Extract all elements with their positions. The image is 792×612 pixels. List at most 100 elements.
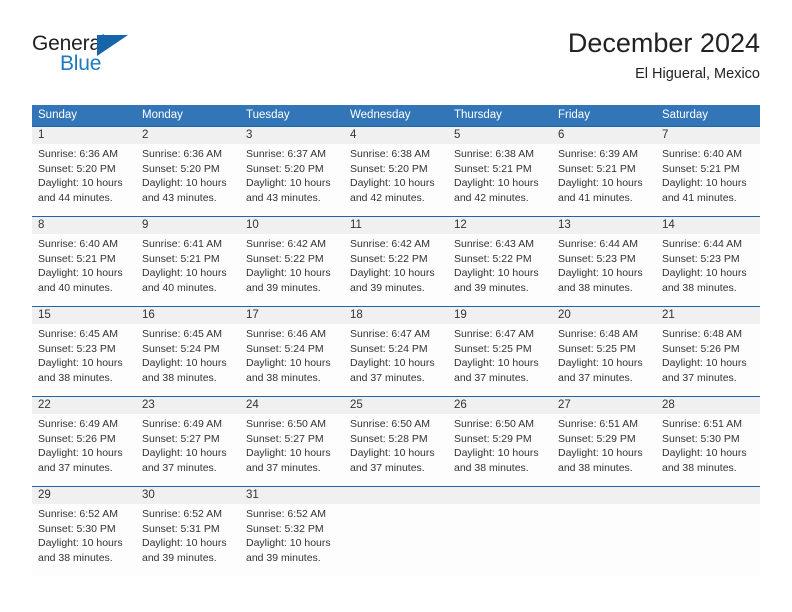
sunrise-text: Sunrise: 6:40 AM [662, 148, 742, 160]
sunset-text: Sunset: 5:24 PM [246, 342, 324, 355]
day-number[interactable]: 30 [136, 487, 240, 504]
day-cell[interactable]: Sunrise: 6:51 AM Sunset: 5:30 PM Dayligh… [656, 414, 760, 486]
day-number[interactable]: 18 [344, 307, 448, 324]
day-number[interactable]: 5 [448, 127, 552, 144]
daylight-text-line1: Daylight: 10 hours [454, 447, 539, 459]
sunset-text: Sunset: 5:20 PM [38, 162, 116, 175]
day-cell[interactable]: Sunrise: 6:39 AM Sunset: 5:21 PM Dayligh… [552, 144, 656, 216]
daylight-text-line2: and 39 minutes. [142, 551, 217, 564]
daylight-text-line2: and 43 minutes. [246, 191, 321, 204]
page-header: General Blue December 2024 El Higueral, … [32, 26, 760, 96]
day-cell[interactable]: Sunrise: 6:36 AM Sunset: 5:20 PM Dayligh… [32, 144, 136, 216]
sunrise-text: Sunrise: 6:52 AM [142, 508, 222, 520]
day-number[interactable]: 21 [656, 307, 760, 324]
day-number[interactable]: 13 [552, 217, 656, 234]
sunset-text: Sunset: 5:25 PM [558, 342, 636, 355]
day-cell[interactable]: Sunrise: 6:52 AM Sunset: 5:32 PM Dayligh… [240, 504, 344, 576]
daylight-text-line2: and 39 minutes. [246, 551, 321, 564]
sunset-text: Sunset: 5:20 PM [350, 162, 428, 175]
daylight-text-line2: and 41 minutes. [558, 191, 633, 204]
day-number[interactable]: 31 [240, 487, 344, 504]
brand-logo[interactable]: General Blue [32, 32, 212, 90]
day-number[interactable]: 26 [448, 397, 552, 414]
sunrise-text: Sunrise: 6:49 AM [142, 418, 222, 430]
day-number[interactable]: 27 [552, 397, 656, 414]
day-cell[interactable]: Sunrise: 6:50 AM Sunset: 5:29 PM Dayligh… [448, 414, 552, 486]
weekday-header-friday: Friday [558, 109, 590, 121]
sunset-text: Sunset: 5:23 PM [662, 252, 740, 265]
daylight-text-line1: Daylight: 10 hours [454, 177, 539, 189]
day-cell[interactable]: Sunrise: 6:41 AM Sunset: 5:21 PM Dayligh… [136, 234, 240, 306]
daylight-text-line1: Daylight: 10 hours [350, 447, 435, 459]
daylight-text-line2: and 42 minutes. [454, 191, 529, 204]
day-number-row: 15 16 17 18 19 20 21 [32, 307, 760, 324]
day-number[interactable]: 19 [448, 307, 552, 324]
day-number[interactable]: 17 [240, 307, 344, 324]
daylight-text-line2: and 40 minutes. [142, 281, 217, 294]
sunrise-text: Sunrise: 6:52 AM [38, 508, 118, 520]
day-number[interactable]: 14 [656, 217, 760, 234]
sunrise-text: Sunrise: 6:41 AM [142, 238, 222, 250]
sunset-text: Sunset: 5:24 PM [142, 342, 220, 355]
day-cell[interactable]: Sunrise: 6:36 AM Sunset: 5:20 PM Dayligh… [136, 144, 240, 216]
day-number[interactable]: 3 [240, 127, 344, 144]
day-number[interactable]: 20 [552, 307, 656, 324]
day-number[interactable]: 9 [136, 217, 240, 234]
day-number[interactable]: 15 [32, 307, 136, 324]
day-cell[interactable]: Sunrise: 6:44 AM Sunset: 5:23 PM Dayligh… [552, 234, 656, 306]
day-number[interactable]: 2 [136, 127, 240, 144]
day-number[interactable]: 24 [240, 397, 344, 414]
day-number[interactable]: 28 [656, 397, 760, 414]
sunrise-text: Sunrise: 6:37 AM [246, 148, 326, 160]
day-cell[interactable]: Sunrise: 6:47 AM Sunset: 5:25 PM Dayligh… [448, 324, 552, 396]
day-cell[interactable]: Sunrise: 6:47 AM Sunset: 5:24 PM Dayligh… [344, 324, 448, 396]
sunset-text: Sunset: 5:29 PM [558, 432, 636, 445]
sunrise-text: Sunrise: 6:51 AM [662, 418, 742, 430]
sunset-text: Sunset: 5:27 PM [142, 432, 220, 445]
day-cell[interactable]: Sunrise: 6:45 AM Sunset: 5:23 PM Dayligh… [32, 324, 136, 396]
day-number[interactable]: 1 [32, 127, 136, 144]
day-cell[interactable]: Sunrise: 6:45 AM Sunset: 5:24 PM Dayligh… [136, 324, 240, 396]
day-cell[interactable]: Sunrise: 6:50 AM Sunset: 5:28 PM Dayligh… [344, 414, 448, 486]
day-number[interactable]: 25 [344, 397, 448, 414]
day-number[interactable]: 7 [656, 127, 760, 144]
day-cell[interactable]: Sunrise: 6:46 AM Sunset: 5:24 PM Dayligh… [240, 324, 344, 396]
daylight-text-line1: Daylight: 10 hours [38, 267, 123, 279]
day-cell[interactable]: Sunrise: 6:48 AM Sunset: 5:25 PM Dayligh… [552, 324, 656, 396]
day-cell[interactable]: Sunrise: 6:49 AM Sunset: 5:27 PM Dayligh… [136, 414, 240, 486]
day-cell[interactable]: Sunrise: 6:51 AM Sunset: 5:29 PM Dayligh… [552, 414, 656, 486]
day-cell[interactable]: Sunrise: 6:50 AM Sunset: 5:27 PM Dayligh… [240, 414, 344, 486]
day-number[interactable]: 8 [32, 217, 136, 234]
daylight-text-line1: Daylight: 10 hours [558, 357, 643, 369]
day-cell[interactable]: Sunrise: 6:38 AM Sunset: 5:21 PM Dayligh… [448, 144, 552, 216]
day-cell[interactable]: Sunrise: 6:40 AM Sunset: 5:21 PM Dayligh… [32, 234, 136, 306]
day-number[interactable]: 11 [344, 217, 448, 234]
sunset-text: Sunset: 5:22 PM [246, 252, 324, 265]
day-cell[interactable]: Sunrise: 6:40 AM Sunset: 5:21 PM Dayligh… [656, 144, 760, 216]
day-number[interactable]: 4 [344, 127, 448, 144]
day-cell[interactable]: Sunrise: 6:52 AM Sunset: 5:30 PM Dayligh… [32, 504, 136, 576]
day-cell-empty [552, 504, 656, 576]
day-cell[interactable]: Sunrise: 6:49 AM Sunset: 5:26 PM Dayligh… [32, 414, 136, 486]
day-number[interactable]: 23 [136, 397, 240, 414]
day-cell[interactable]: Sunrise: 6:42 AM Sunset: 5:22 PM Dayligh… [240, 234, 344, 306]
day-cell-empty [448, 504, 552, 576]
day-number[interactable]: 16 [136, 307, 240, 324]
daylight-text-line1: Daylight: 10 hours [558, 447, 643, 459]
daylight-text-line1: Daylight: 10 hours [142, 537, 227, 549]
day-cell[interactable]: Sunrise: 6:44 AM Sunset: 5:23 PM Dayligh… [656, 234, 760, 306]
day-number[interactable]: 29 [32, 487, 136, 504]
day-cell[interactable]: Sunrise: 6:48 AM Sunset: 5:26 PM Dayligh… [656, 324, 760, 396]
daylight-text-line1: Daylight: 10 hours [38, 537, 123, 549]
day-cell[interactable]: Sunrise: 6:43 AM Sunset: 5:22 PM Dayligh… [448, 234, 552, 306]
day-number[interactable]: 22 [32, 397, 136, 414]
day-cell[interactable]: Sunrise: 6:42 AM Sunset: 5:22 PM Dayligh… [344, 234, 448, 306]
daylight-text-line2: and 40 minutes. [38, 281, 113, 294]
day-number[interactable]: 10 [240, 217, 344, 234]
day-cell[interactable]: Sunrise: 6:38 AM Sunset: 5:20 PM Dayligh… [344, 144, 448, 216]
day-cell[interactable]: Sunrise: 6:37 AM Sunset: 5:20 PM Dayligh… [240, 144, 344, 216]
day-cell[interactable]: Sunrise: 6:52 AM Sunset: 5:31 PM Dayligh… [136, 504, 240, 576]
sunrise-text: Sunrise: 6:36 AM [38, 148, 118, 160]
day-number[interactable]: 6 [552, 127, 656, 144]
day-number[interactable]: 12 [448, 217, 552, 234]
